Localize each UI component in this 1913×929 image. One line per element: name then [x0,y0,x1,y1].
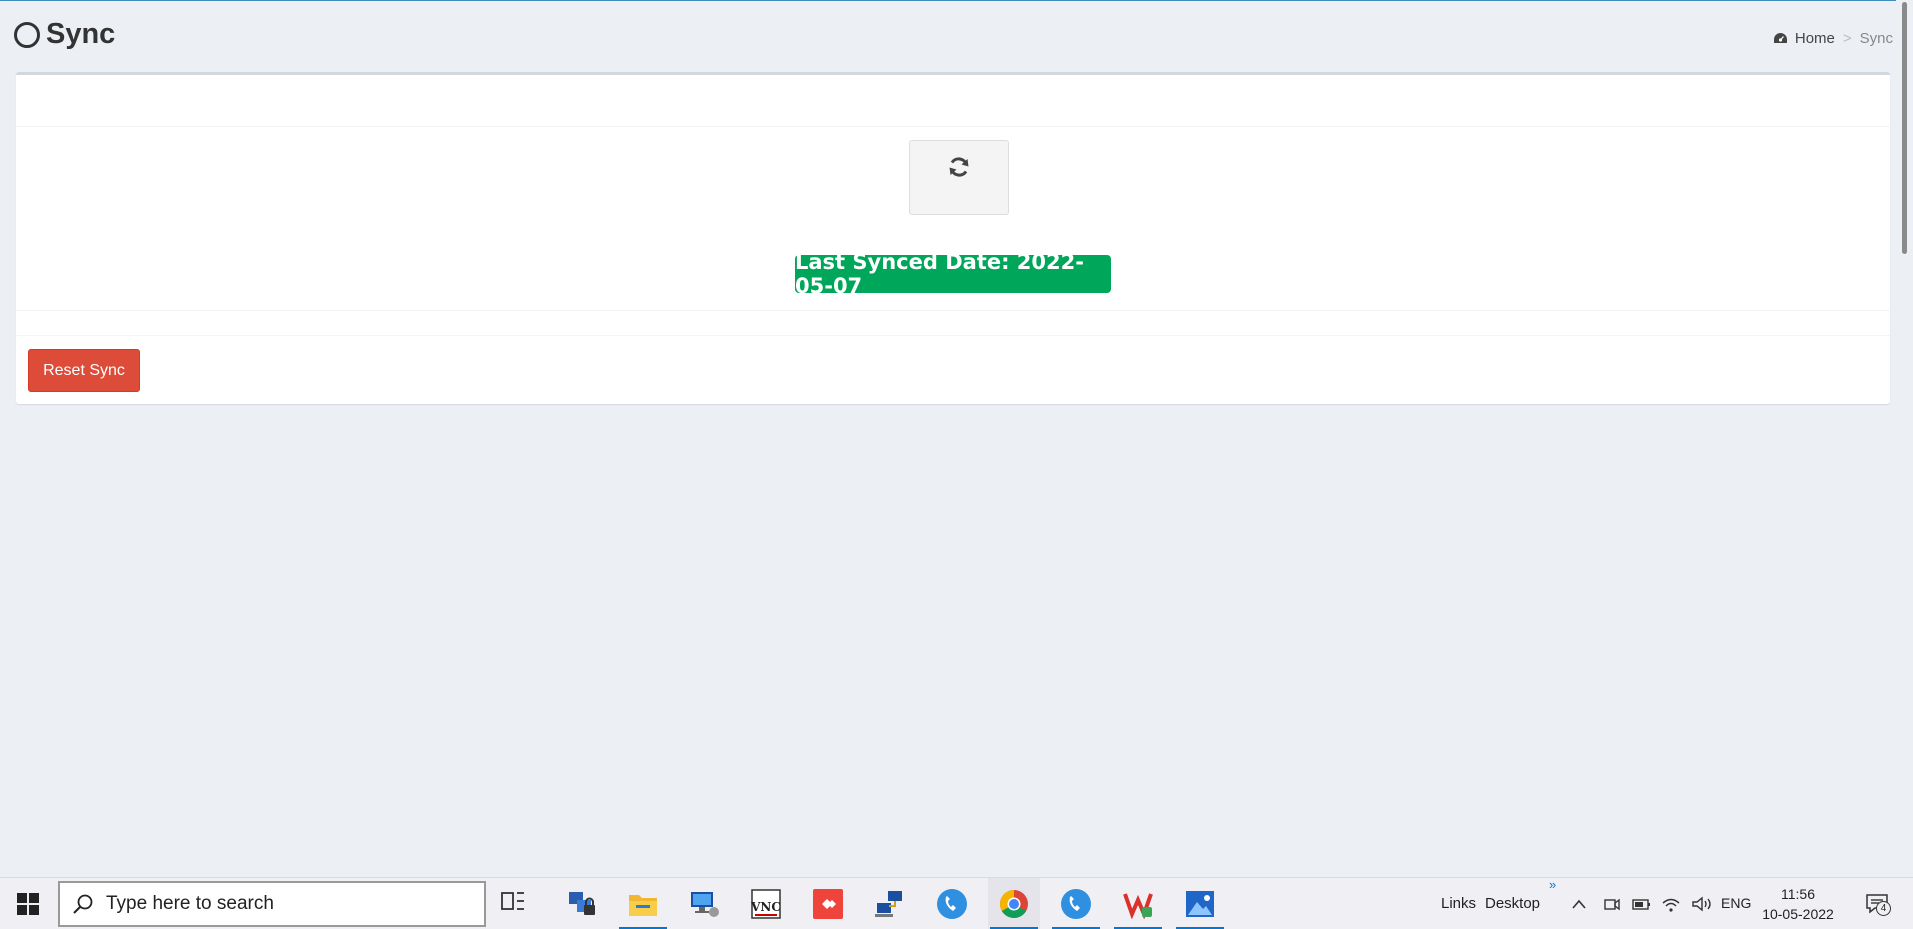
sync-button[interactable] [909,140,1009,215]
language-indicator[interactable]: ENG [1721,895,1751,911]
taskbar-app-vnc[interactable]: VNC [740,878,792,929]
phone-icon [1061,889,1091,919]
refresh-icon [949,157,969,177]
taskbar-app-network-tool[interactable] [864,878,916,929]
photos-icon [1186,891,1214,917]
anydesk-icon [813,889,843,919]
taskbar-app-anydesk[interactable] [802,878,854,929]
task-view-button[interactable] [500,890,534,918]
start-button[interactable] [0,878,56,929]
panel-footer: Reset Sync [16,336,1890,404]
panel-divider [16,311,1890,336]
search-input[interactable] [106,893,446,915]
taskbar-app-network-lock[interactable] [556,878,608,929]
taskbar-search[interactable] [58,881,486,927]
taskbar-app-wps[interactable] [1112,878,1164,929]
circle-icon [14,21,40,48]
wifi-icon[interactable] [1661,895,1681,913]
content-header: Sync Home > Sync [0,0,1913,72]
desktop-toolbar[interactable]: Desktop [1485,895,1540,912]
clock-date: 10-05-2022 [1762,906,1834,922]
taskbar-clock[interactable]: 11:56 10-05-2022 [1758,884,1838,924]
battery-icon[interactable] [1631,896,1651,912]
network-computers-icon [875,891,902,917]
links-toolbar[interactable]: Links [1441,895,1476,912]
toolbar-overflow-icon[interactable]: » [1549,877,1556,892]
panel-header [16,75,1890,127]
notification-center-button[interactable]: 4 [1865,892,1895,918]
windows-icon [17,893,39,915]
breadcrumb-current: Sync [1859,30,1893,47]
remote-desktop-icon [691,892,719,917]
page-title-text: Sync [46,18,116,50]
panel-body: Last Synced Date: 2022-05-07 [16,127,1890,311]
sync-panel: Last Synced Date: 2022-05-07 Reset Sync [16,72,1890,404]
meet-now-icon[interactable] [1603,895,1621,913]
taskbar-app-phone-2[interactable] [1050,878,1102,929]
reset-sync-button[interactable]: Reset Sync [28,349,140,392]
phone-icon [937,889,967,919]
taskbar: VNC [0,877,1913,929]
wps-office-icon [1123,893,1153,919]
last-synced-badge: Last Synced Date: 2022-05-07 [795,250,1111,298]
breadcrumb-home[interactable]: Home [1773,30,1835,47]
page-title: Sync [14,18,115,51]
system-tray: Links Desktop » ENG 11:56 10-05-2022 4 [1413,877,1913,929]
search-icon [73,894,93,914]
breadcrumb: Home > Sync [1773,30,1893,47]
chrome-icon [1000,890,1028,918]
taskbar-app-photos[interactable] [1174,878,1226,929]
svg-text:VNC: VNC [751,900,781,914]
notification-count: 4 [1876,901,1891,916]
taskbar-app-phone[interactable] [926,878,978,929]
network-lock-icon [569,892,595,915]
vnc-icon: VNC [751,889,781,919]
chevron-up-icon[interactable] [1571,897,1587,911]
taskbar-app-chrome[interactable] [988,878,1040,929]
task-view-icon [501,892,524,910]
clock-time: 11:56 [1781,886,1815,902]
vertical-scrollbar[interactable] [1896,0,1913,877]
volume-icon[interactable] [1691,895,1713,913]
taskbar-app-remote-desktop[interactable] [679,878,731,929]
taskbar-app-file-explorer[interactable] [617,878,669,929]
scrollbar-thumb[interactable] [1902,2,1907,254]
folder-icon [629,895,657,916]
breadcrumb-separator: > [1842,30,1852,47]
dashboard-icon [1773,33,1787,43]
breadcrumb-home-label: Home [1794,30,1835,47]
